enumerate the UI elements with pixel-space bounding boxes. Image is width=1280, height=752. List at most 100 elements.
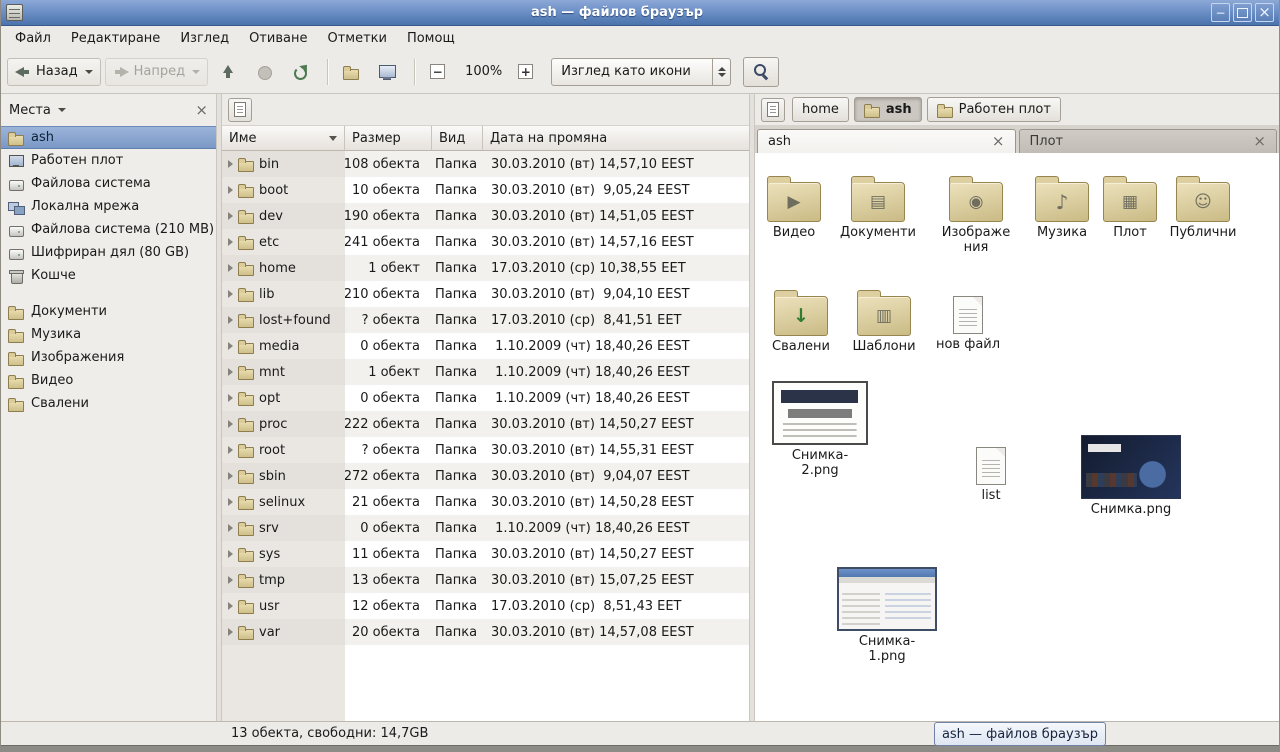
tab-close-icon[interactable] [1253, 134, 1266, 149]
table-row[interactable]: sbin 272 обекта Папка 30.03.2010 (вт) 9,… [222, 463, 749, 489]
sidebar-item[interactable]: Видео [1, 369, 216, 392]
column-header[interactable]: Име [222, 126, 345, 151]
combobox-arrows-icon[interactable] [712, 59, 730, 85]
sidebar-item[interactable]: Файлова система [1, 172, 216, 195]
menu-item[interactable]: Изглед [170, 28, 239, 49]
icon-item[interactable]: Документи [840, 175, 916, 241]
expander-icon[interactable] [228, 498, 233, 506]
icon-item[interactable]: Публични [1165, 175, 1241, 241]
sidebar-item[interactable]: Работен плот [1, 149, 216, 172]
close-icon[interactable] [1255, 3, 1274, 22]
column-header[interactable]: Дата на промяна [483, 126, 749, 151]
table-row[interactable]: tmp 13 обекта Папка 30.03.2010 (вт) 15,0… [222, 567, 749, 593]
location-toggle-button[interactable] [761, 98, 785, 122]
breadcrumb-button[interactable]: home [792, 97, 849, 122]
table-row[interactable]: etc 241 обекта Папка 30.03.2010 (вт) 14,… [222, 229, 749, 255]
up-button[interactable] [212, 58, 244, 86]
breadcrumb-button[interactable]: ash [854, 97, 922, 122]
expander-icon[interactable] [228, 628, 233, 636]
zoom-out-button[interactable] [422, 58, 453, 85]
icon-view[interactable]: Видео Документи [755, 153, 1279, 721]
icon-item[interactable]: Плот [1092, 175, 1168, 241]
expander-icon[interactable] [228, 186, 233, 194]
home-button[interactable] [335, 58, 367, 86]
expander-icon[interactable] [228, 472, 233, 480]
table-row[interactable]: home 1 обект Папка 17.03.2010 (ср) 10,38… [222, 255, 749, 281]
search-button[interactable] [743, 57, 779, 87]
table-row[interactable]: srv 0 обекта Папка 1.10.2009 (чт) 18,40,… [222, 515, 749, 541]
tab[interactable]: ash [757, 129, 1016, 153]
expander-icon[interactable] [228, 160, 233, 168]
icon-item[interactable]: Свалени [763, 289, 839, 355]
table-row[interactable]: dev 190 обекта Папка 30.03.2010 (вт) 14,… [222, 203, 749, 229]
zoom-in-button[interactable] [510, 58, 541, 85]
minimize-icon[interactable] [1211, 3, 1230, 22]
table-row[interactable]: var 20 обекта Папка 30.03.2010 (вт) 14,5… [222, 619, 749, 645]
column-header[interactable]: Вид [432, 126, 483, 151]
computer-button[interactable] [371, 58, 403, 86]
back-history-caret-icon[interactable] [85, 70, 93, 74]
tab-close-icon[interactable] [992, 134, 1005, 149]
expander-icon[interactable] [228, 316, 233, 324]
sidebar-item[interactable]: Кошче [1, 264, 216, 287]
sidebar-item[interactable]: Свалени [1, 392, 216, 415]
expander-icon[interactable] [228, 576, 233, 584]
icon-item[interactable]: Музика [1024, 175, 1100, 241]
menu-item[interactable]: Помощ [397, 28, 465, 49]
menu-item[interactable]: Файл [5, 28, 61, 49]
table-row[interactable]: boot 10 обекта Папка 30.03.2010 (вт) 9,0… [222, 177, 749, 203]
sidebar-item[interactable]: Шифриран дял (80 GB) [1, 241, 216, 264]
sidebar-item[interactable]: Изображения [1, 346, 216, 369]
table-row[interactable]: media 0 обекта Папка 1.10.2009 (чт) 18,4… [222, 333, 749, 359]
icon-item[interactable]: Снимка-1.png [837, 567, 937, 665]
expander-icon[interactable] [228, 264, 233, 272]
table-row[interactable]: proc 222 обекта Папка 30.03.2010 (вт) 14… [222, 411, 749, 437]
sidebar-item[interactable]: Файлова система (210 MB) [1, 218, 216, 241]
expander-icon[interactable] [228, 446, 233, 454]
expander-icon[interactable] [228, 602, 233, 610]
sidebar-selector-caret-icon[interactable] [58, 108, 66, 112]
icon-item[interactable]: Снимка.png [1079, 435, 1183, 518]
expander-icon[interactable] [228, 550, 233, 558]
location-toggle-button[interactable] [228, 98, 252, 122]
sidebar-item[interactable]: ash [1, 126, 216, 149]
icon-item[interactable]: Видео [756, 175, 832, 241]
breadcrumb-button[interactable]: Работен плот [927, 97, 1061, 122]
back-button[interactable]: Назад [7, 58, 101, 86]
expander-icon[interactable] [228, 342, 233, 350]
expander-icon[interactable] [228, 212, 233, 220]
view-as-combobox[interactable]: Изглед като икони [551, 58, 731, 86]
table-row[interactable]: root ? обекта Папка 30.03.2010 (вт) 14,5… [222, 437, 749, 463]
expander-icon[interactable] [228, 524, 233, 532]
table-row[interactable]: mnt 1 обект Папка 1.10.2009 (чт) 18,40,2… [222, 359, 749, 385]
taskbar-window-button[interactable]: ash — файлов браузър [934, 722, 1106, 746]
table-row[interactable]: bin 108 обекта Папка 30.03.2010 (вт) 14,… [222, 151, 749, 177]
expander-icon[interactable] [228, 238, 233, 246]
menu-item[interactable]: Отметки [317, 28, 396, 49]
table-row[interactable]: selinux 21 обекта Папка 30.03.2010 (вт) … [222, 489, 749, 515]
sidebar-item[interactable]: Музика [1, 323, 216, 346]
expander-icon[interactable] [228, 368, 233, 376]
menu-item[interactable]: Редактиране [61, 28, 170, 49]
icon-item[interactable]: Шаблони [846, 289, 922, 355]
icon-item[interactable]: list [953, 447, 1029, 504]
icon-item[interactable]: нов файл [930, 296, 1006, 353]
table-row[interactable]: lost+found ? обекта Папка 17.03.2010 (ср… [222, 307, 749, 333]
expander-icon[interactable] [228, 420, 233, 428]
menu-item[interactable]: Отиване [239, 28, 317, 49]
sidebar-title[interactable]: Места [9, 103, 51, 118]
expander-icon[interactable] [228, 394, 233, 402]
titlebar[interactable]: ash — файлов браузър [1, 0, 1279, 26]
tab[interactable]: Плот [1019, 129, 1278, 153]
table-row[interactable]: sys 11 обекта Папка 30.03.2010 (вт) 14,5… [222, 541, 749, 567]
icon-item[interactable]: Изображения [938, 175, 1014, 256]
table-row[interactable]: opt 0 обекта Папка 1.10.2009 (чт) 18,40,… [222, 385, 749, 411]
icon-item[interactable]: Снимка-2.png [770, 381, 870, 479]
column-header[interactable]: Размер [345, 126, 432, 151]
maximize-icon[interactable] [1233, 3, 1252, 22]
sidebar-item[interactable]: Локална мрежа [1, 195, 216, 218]
table-row[interactable]: usr 12 обекта Папка 17.03.2010 (ср) 8,51… [222, 593, 749, 619]
expander-icon[interactable] [228, 290, 233, 298]
sidebar-item[interactable]: Документи [1, 300, 216, 323]
sidebar-close-icon[interactable] [195, 103, 208, 118]
